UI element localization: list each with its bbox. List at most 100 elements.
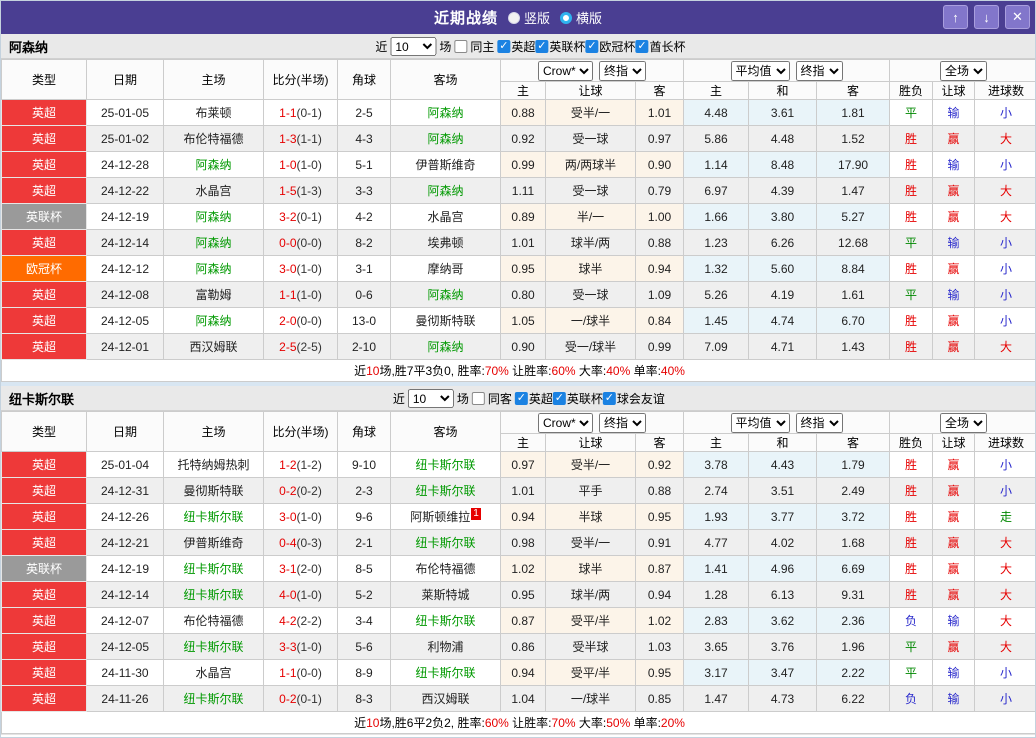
radio-selected-icon[interactable] (560, 12, 572, 24)
ah-away-odds: 1.03 (636, 634, 684, 660)
recent-count-select[interactable]: 10 (390, 37, 436, 56)
final-odds-select-2[interactable]: 终指 (796, 61, 843, 81)
checkbox-checked-icon[interactable]: ✓ (497, 40, 510, 53)
final-odds-select-1[interactable]: 终指 (599, 413, 646, 433)
summary-row: 近10场,胜6平2负2, 胜率:60% 让胜率:70% 大率:50% 单率:20… (2, 712, 1036, 734)
move-down-button[interactable]: ↓ (974, 5, 999, 29)
league-badge: 英超 (2, 334, 87, 360)
summary-segment: 60% (552, 364, 576, 378)
move-up-button[interactable]: ↑ (943, 5, 968, 29)
average-odds-select[interactable]: 平均值 (731, 61, 790, 81)
eu-home-odds: 2.83 (684, 608, 749, 634)
col-score: 比分(半场) (264, 60, 338, 100)
final-odds-select-2[interactable]: 终指 (796, 413, 843, 433)
checkbox-checked-icon[interactable]: ✓ (515, 392, 528, 405)
fulltime-score: 4-0 (279, 588, 296, 602)
match-score: 1-1(0-0) (264, 660, 338, 686)
league-checkbox[interactable]: ✓英联杯 (553, 390, 603, 407)
final-odds-select-1[interactable]: 终指 (599, 61, 646, 81)
col-type: 类型 (2, 412, 87, 452)
result-wdl: 胜 (890, 152, 933, 178)
away-team: 埃弗顿 (391, 230, 501, 256)
checkbox-checked-icon[interactable]: ✓ (603, 392, 616, 405)
league-checkbox[interactable]: ✓酋长杯 (635, 38, 685, 55)
match-score: 3-1(2-0) (264, 556, 338, 582)
ah-home-odds: 1.02 (501, 556, 546, 582)
fulltime-score: 3-0 (279, 262, 296, 276)
same-venue-checkbox[interactable]: 同客 (472, 390, 512, 407)
summary-segment: 10 (366, 716, 379, 730)
match-date: 24-12-31 (87, 478, 164, 504)
recent-count-select[interactable]: 10 (408, 389, 454, 408)
eu-away-odds: 8.84 (817, 256, 890, 282)
ah-line: 受半球 (546, 634, 636, 660)
window-buttons: ↑ ↓ ✕ (943, 5, 1030, 29)
col-ah-line: 让球 (546, 82, 636, 100)
ah-away-odds: 0.94 (636, 582, 684, 608)
match-row: 英超 24-12-07 布伦特福德 4-2(2-2) 3-4 纽卡斯尔联 0.8… (2, 608, 1036, 634)
match-row: 英超 25-01-02 布伦特福德 1-3(1-1) 4-3 阿森纳 0.92 … (2, 126, 1036, 152)
odds-company-select[interactable]: Crow* (538, 61, 593, 81)
checkbox-checked-icon[interactable]: ✓ (553, 392, 566, 405)
fulltime-select[interactable]: 全场 (940, 413, 987, 433)
layout-horizontal-radio[interactable]: 横版 (560, 8, 602, 27)
result-handicap: 输 (933, 152, 975, 178)
col-away: 客场 (391, 60, 501, 100)
section-header: 阿森纳 近 10 场 同主 ✓英超✓英联杯✓欧冠杯✓酋长杯 (1, 34, 1035, 59)
eu-home-odds: 1.32 (684, 256, 749, 282)
eu-away-odds: 1.68 (817, 530, 890, 556)
result-group: 全场 (890, 412, 1036, 434)
league-checkbox[interactable]: ✓英联杯 (535, 38, 585, 55)
summary-segment: 50% (606, 716, 630, 730)
corner-score: 2-3 (338, 478, 391, 504)
fulltime-score: 1-5 (279, 184, 296, 198)
home-team: 水晶宫 (164, 660, 264, 686)
col-result-handicap: 让球 (933, 434, 975, 452)
away-team: 摩纳哥 (391, 256, 501, 282)
corner-score: 5-1 (338, 152, 391, 178)
recent-label: 近 (375, 38, 387, 55)
match-date: 24-12-28 (87, 152, 164, 178)
odds-company-select[interactable]: Crow* (538, 413, 593, 433)
league-checkbox[interactable]: ✓欧冠杯 (585, 38, 635, 55)
ah-home-odds: 1.01 (501, 230, 546, 256)
checkbox-unchecked-icon[interactable] (472, 392, 485, 405)
ah-line: 受半/一 (546, 530, 636, 556)
league-checkbox[interactable]: ✓英超 (497, 38, 535, 55)
checkbox-checked-icon[interactable]: ✓ (635, 40, 648, 53)
match-date: 24-12-05 (87, 634, 164, 660)
league-checkbox[interactable]: ✓英超 (515, 390, 553, 407)
eu-draw-odds: 3.76 (749, 634, 817, 660)
summary-segment: 70% (485, 364, 509, 378)
ah-home-odds: 0.95 (501, 256, 546, 282)
result-handicap: 输 (933, 660, 975, 686)
result-goals: 大 (975, 126, 1036, 152)
fulltime-select[interactable]: 全场 (940, 61, 987, 81)
home-team: 纽卡斯尔联 (164, 582, 264, 608)
summary-segment: 10 (366, 364, 379, 378)
match-score: 1-0(1-0) (264, 152, 338, 178)
ah-line: 球半/两 (546, 582, 636, 608)
col-eu-away: 客 (817, 434, 890, 452)
average-odds-select[interactable]: 平均值 (731, 413, 790, 433)
checkbox-checked-icon[interactable]: ✓ (535, 40, 548, 53)
same-venue-checkbox[interactable]: 同主 (454, 38, 494, 55)
eu-home-odds: 4.48 (684, 100, 749, 126)
match-row: 英超 24-12-14 阿森纳 0-0(0-0) 8-2 埃弗顿 1.01 球半… (2, 230, 1036, 256)
col-result-goals: 进球数 (975, 82, 1036, 100)
bottom-strip (1, 734, 1035, 738)
summary-segment: 近 (354, 716, 366, 730)
away-team: 阿森纳 (391, 334, 501, 360)
col-result-goals: 进球数 (975, 434, 1036, 452)
layout-vertical-radio[interactable]: 竖版 (508, 8, 550, 27)
fulltime-score: 0-0 (279, 236, 296, 250)
summary-segment: 40% (606, 364, 630, 378)
close-button[interactable]: ✕ (1005, 5, 1030, 29)
radio-unselected-icon[interactable] (508, 12, 520, 24)
checkbox-checked-icon[interactable]: ✓ (585, 40, 598, 53)
ah-line: 受一/球半 (546, 334, 636, 360)
ah-line: 受半/一 (546, 100, 636, 126)
checkbox-unchecked-icon[interactable] (454, 40, 467, 53)
halftime-score: (1-0) (297, 288, 322, 302)
league-checkbox[interactable]: ✓球会友谊 (603, 390, 665, 407)
